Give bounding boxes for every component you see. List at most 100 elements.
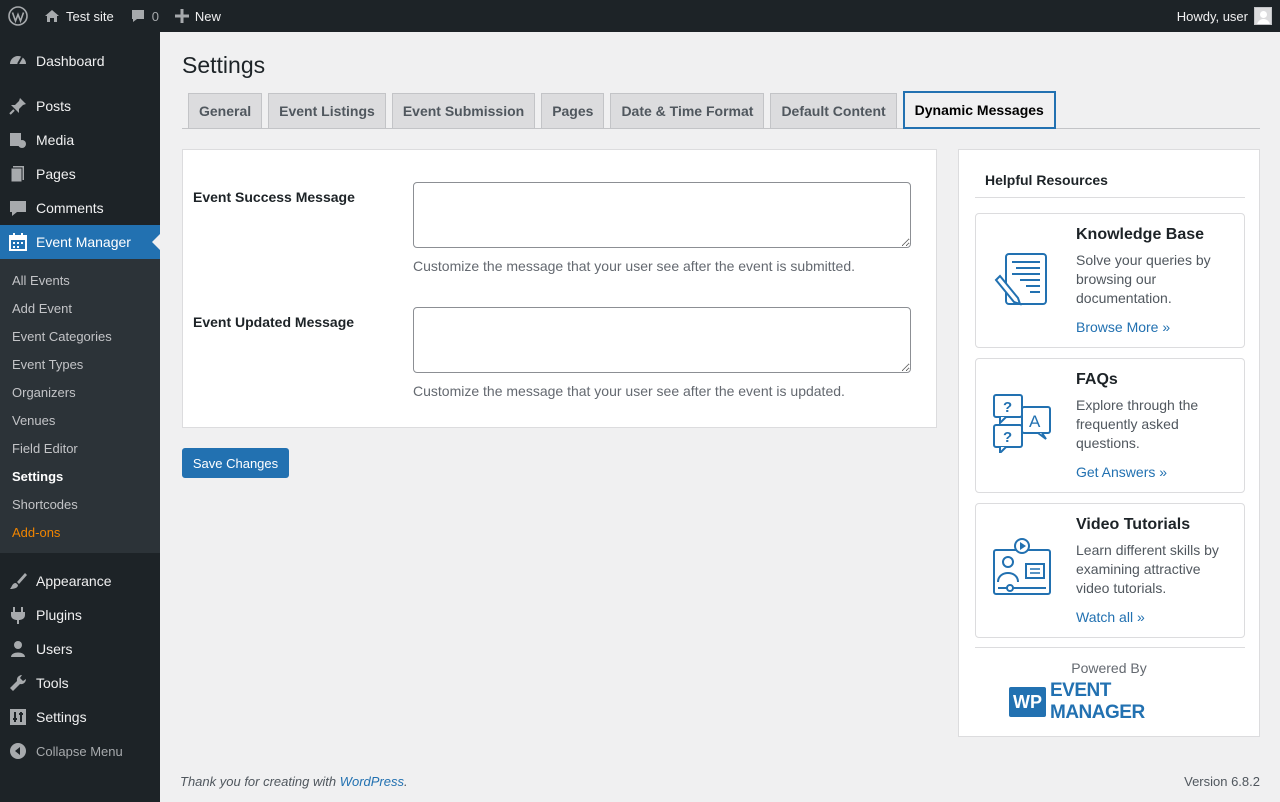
submenu-settings[interactable]: Settings <box>0 462 160 490</box>
footer-thanks-text: Thank you for creating with <box>180 774 337 789</box>
comment-icon <box>130 8 146 24</box>
resource-description: Learn different skills by examining attr… <box>1076 542 1219 596</box>
sidebar-item-appearance[interactable]: Appearance <box>0 564 160 598</box>
sidebar-item-label: Plugins <box>36 607 82 623</box>
sidebar-item-label: Pages <box>36 166 76 182</box>
resource-title: Knowledge Base <box>1076 226 1205 243</box>
sidebar-item-event-manager[interactable]: Event Manager <box>0 225 160 259</box>
collapse-arrow-icon <box>0 742 36 760</box>
submenu-venues[interactable]: Venues <box>0 406 160 434</box>
dynamic-messages-form: Event Success Message Customize the mess… <box>182 149 937 428</box>
video-tutorial-icon <box>993 538 1051 595</box>
footer-thanks: Thank you for creating with WordPress. <box>180 774 408 789</box>
my-account-link[interactable]: Howdy, user <box>1169 0 1280 32</box>
avatar <box>1254 7 1272 25</box>
media-icon <box>0 130 36 150</box>
wp-event-manager-logo[interactable]: WP EVENT MANAGER <box>1009 680 1209 723</box>
submenu-event-categories[interactable]: Event Categories <box>0 322 160 350</box>
divider <box>975 647 1245 648</box>
event-success-message-label: Event Success Message <box>193 189 355 205</box>
save-changes-button[interactable]: Save Changes <box>182 448 289 478</box>
knowledge-base-card: Knowledge Base Solve your queries by bro… <box>975 213 1245 348</box>
divider <box>975 197 1245 198</box>
submenu-all-events[interactable]: All Events <box>0 266 160 294</box>
event-success-message-description: Customize the message that your user see… <box>413 258 855 274</box>
sidebar-item-plugins[interactable]: Plugins <box>0 598 160 632</box>
helpful-resources-panel: Helpful Resources Knowledge Base Solve y… <box>958 149 1260 737</box>
resource-title: FAQs <box>1076 371 1118 388</box>
site-name-link[interactable]: Test site <box>36 0 122 32</box>
page-title: Settings <box>182 52 266 78</box>
event-updated-message-textarea[interactable] <box>413 307 911 373</box>
tab-general[interactable]: General <box>188 93 263 128</box>
submenu-organizers[interactable]: Organizers <box>0 378 160 406</box>
tab-event-listings[interactable]: Event Listings <box>268 93 386 128</box>
sidebar-item-label: Dashboard <box>36 53 105 69</box>
sidebar-item-dashboard[interactable]: Dashboard <box>0 44 160 78</box>
svg-text:A: A <box>1029 412 1041 431</box>
event-success-message-textarea[interactable] <box>413 182 911 248</box>
sidebar-item-label: Comments <box>36 200 104 216</box>
document-icon <box>994 253 1047 306</box>
wordpress-logo-icon[interactable] <box>0 0 36 32</box>
howdy-text: Howdy, user <box>1176 8 1248 24</box>
submenu-add-ons[interactable]: Add-ons <box>0 518 160 546</box>
dashboard-icon <box>0 51 36 71</box>
comments-link[interactable]: 0 <box>122 0 167 32</box>
brand-name: EVENT MANAGER <box>1050 680 1145 723</box>
sidebar-item-posts[interactable]: Posts <box>0 89 160 123</box>
wrench-icon <box>0 673 36 693</box>
settings-tabs: General Event Listings Event Submission … <box>182 91 1260 129</box>
get-answers-link[interactable]: Get Answers » <box>1076 464 1167 480</box>
resource-description: Solve your queries by browsing our docum… <box>1076 252 1211 306</box>
event-manager-submenu: All Events Add Event Event Categories Ev… <box>0 259 160 553</box>
resource-title: Video Tutorials <box>1076 516 1191 533</box>
pin-icon <box>0 96 36 116</box>
user-icon <box>0 639 36 659</box>
tab-pages[interactable]: Pages <box>541 93 605 128</box>
comment-icon <box>0 198 36 218</box>
sidebar-item-settings[interactable]: Settings <box>0 700 160 734</box>
footer-version: Version 6.8.2 <box>1184 774 1260 789</box>
sidebar-item-comments[interactable]: Comments <box>0 191 160 225</box>
main-content: Settings General Event Listings Event Su… <box>182 32 1260 737</box>
sidebar-item-label: Appearance <box>36 573 112 589</box>
calendar-icon <box>0 232 36 252</box>
tab-dynamic-messages[interactable]: Dynamic Messages <box>902 91 1056 129</box>
tab-event-submission[interactable]: Event Submission <box>391 93 536 128</box>
sidebar-item-label: Users <box>36 641 73 657</box>
submenu-event-types[interactable]: Event Types <box>0 350 160 378</box>
sidebar-item-users[interactable]: Users <box>0 632 160 666</box>
svg-text:?: ? <box>1003 429 1012 446</box>
brush-icon <box>0 571 36 591</box>
collapse-menu-button[interactable]: Collapse Menu <box>0 734 160 768</box>
new-content-link[interactable]: New <box>167 0 229 32</box>
submenu-add-event[interactable]: Add Event <box>0 294 160 322</box>
resource-description: Explore through the frequently asked que… <box>1076 397 1199 451</box>
sidebar-item-media[interactable]: Media <box>0 123 160 157</box>
submenu-field-editor[interactable]: Field Editor <box>0 434 160 462</box>
wordpress-link[interactable]: WordPress <box>340 774 404 789</box>
admin-sidebar: Dashboard Posts Media Pages Comments Eve… <box>0 32 160 802</box>
faqs-card: ? A ? FAQs Explore through the frequentl… <box>975 358 1245 493</box>
settings-icon <box>0 707 36 727</box>
sidebar-item-label: Media <box>36 132 75 148</box>
brand-wp-badge: WP <box>1009 687 1046 717</box>
sidebar-item-label: Settings <box>36 709 87 725</box>
submenu-shortcodes[interactable]: Shortcodes <box>0 490 160 518</box>
home-icon <box>44 8 60 24</box>
plus-icon <box>174 9 189 23</box>
video-tutorials-card: Video Tutorials Learn different skills b… <box>975 503 1245 638</box>
svg-text:?: ? <box>1003 399 1012 416</box>
browse-more-link[interactable]: Browse More » <box>1076 319 1170 335</box>
watch-all-link[interactable]: Watch all » <box>1076 609 1145 625</box>
event-updated-message-description: Customize the message that your user see… <box>413 383 845 399</box>
tab-date-time-format[interactable]: Date & Time Format <box>610 93 765 128</box>
footer-thanks-suffix: . <box>404 774 408 789</box>
sidebar-item-label: Posts <box>36 98 72 114</box>
collapse-menu-label: Collapse Menu <box>36 743 123 759</box>
tab-default-content[interactable]: Default Content <box>770 93 897 128</box>
powered-by-text: Powered By <box>1071 660 1147 676</box>
sidebar-item-tools[interactable]: Tools <box>0 666 160 700</box>
sidebar-item-pages[interactable]: Pages <box>0 157 160 191</box>
